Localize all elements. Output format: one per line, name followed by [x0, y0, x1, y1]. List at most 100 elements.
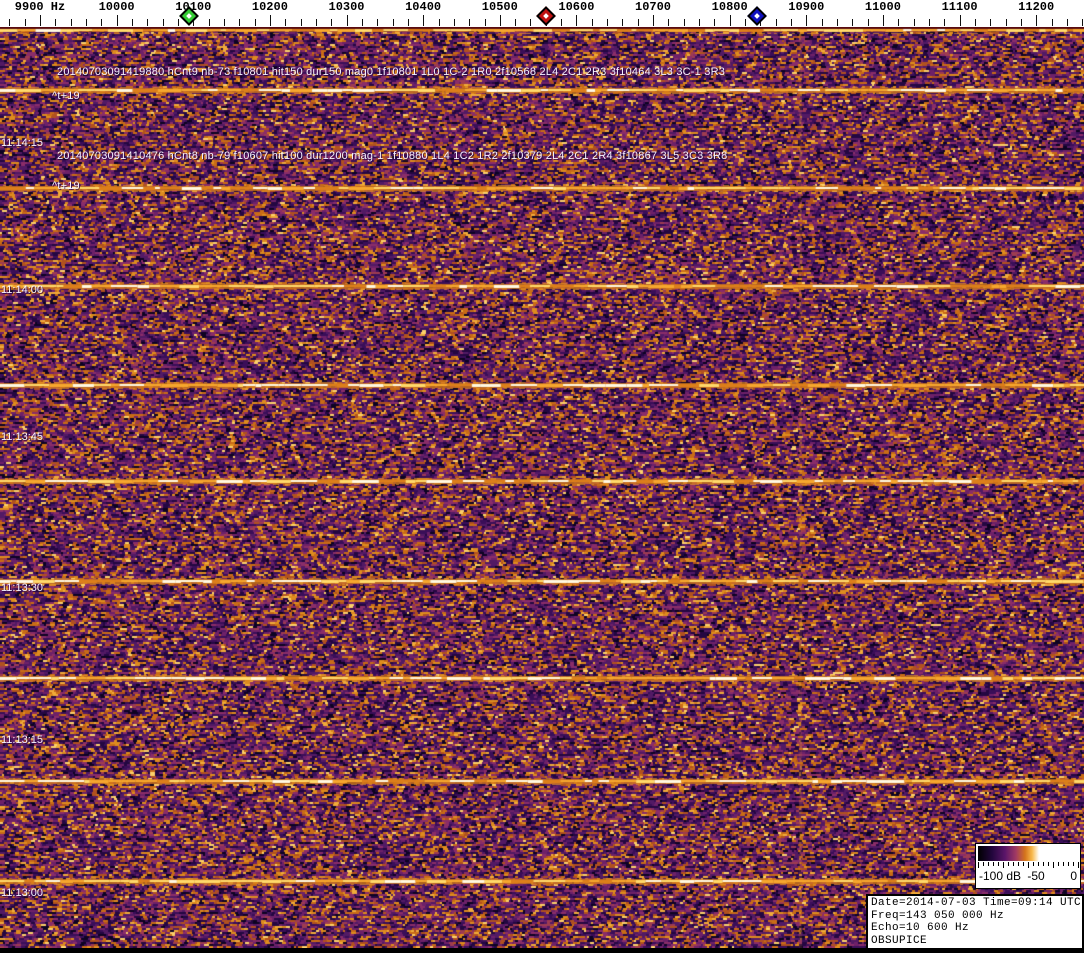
legend-tick [1018, 862, 1019, 866]
ruler-tick [239, 19, 240, 26]
ruler-tick [408, 19, 409, 26]
ruler-tick [500, 15, 501, 26]
ruler-tick [883, 15, 884, 26]
ruler-tick [377, 19, 378, 26]
ruler-tick [423, 15, 424, 26]
ruler-tick [178, 19, 179, 26]
ruler-frequency-label: 11000 [865, 0, 901, 14]
intensity-legend: -100 dB -50 0 [975, 843, 1081, 889]
ruler-tick [515, 19, 516, 26]
legend-tick [983, 862, 984, 866]
legend-tick [1068, 862, 1069, 866]
ruler-tick [86, 19, 87, 26]
ruler-tick [561, 19, 562, 26]
ruler-tick [469, 19, 470, 26]
ruler-frequency-label: 10000 [99, 0, 135, 14]
time-axis-label: 11:14:00 [1, 284, 43, 296]
ruler-tick [117, 15, 118, 26]
legend-tick [1078, 862, 1079, 868]
ruler-tick [485, 19, 486, 26]
ruler-tick [454, 19, 455, 26]
ruler-tick [393, 19, 394, 26]
ruler-tick [301, 19, 302, 26]
ruler-tick [806, 15, 807, 26]
legend-tick [1028, 862, 1029, 868]
ruler-tick [960, 15, 961, 26]
spectrogram-display[interactable]: 20140703091419880 hCnt9 nb-73 f10801 hit… [0, 28, 1084, 953]
legend-db-label: 0 [1070, 869, 1077, 883]
ruler-tick [653, 15, 654, 26]
marker-blue-diamond[interactable] [747, 6, 767, 26]
ruler-tick [929, 19, 930, 26]
ruler-tick [822, 19, 823, 26]
legend-tick [993, 862, 994, 866]
intensity-gradient-bar [978, 846, 1078, 861]
legend-tick [998, 862, 999, 866]
marker-center-dot [543, 13, 549, 19]
ruler-tick [362, 19, 363, 26]
legend-tick [978, 862, 979, 868]
ruler-tick [975, 19, 976, 26]
ruler-tick [622, 19, 623, 26]
ruler-tick [1067, 19, 1068, 26]
cursor-note-2: ^t+19 [52, 180, 80, 192]
ruler-tick [285, 19, 286, 26]
time-axis-label: 11:14:15 [1, 137, 43, 149]
ruler-frequency-label: 10300 [328, 0, 364, 14]
legend-db-label: -50 [1027, 869, 1044, 883]
legend-tick [1008, 862, 1009, 866]
ruler-frequency-label: 10500 [482, 0, 518, 14]
ruler-frequency-label: 10600 [558, 0, 594, 14]
legend-tick [1073, 862, 1074, 866]
ruler-tick [255, 19, 256, 26]
legend-tick [1033, 862, 1034, 866]
detection-text-1: 20140703091419880 hCnt9 nb-73 f10801 hit… [57, 66, 725, 78]
status-info-box: Date=2014-07-03 Time=09:14 UTC Freq=143 0… [866, 894, 1084, 950]
ruler-tick [684, 19, 685, 26]
ruler-tick [607, 19, 608, 26]
ruler-tick [668, 19, 669, 26]
info-box-line: OBSUPICE [871, 935, 1079, 948]
ruler-frequency-label: 10200 [252, 0, 288, 14]
ruler-tick [1036, 15, 1037, 26]
ruler-tick [776, 19, 777, 26]
ruler-tick [439, 19, 440, 26]
info-box-line: Date=2014-07-03 Time=09:14 UTC [871, 897, 1079, 910]
marker-red-diamond[interactable] [536, 6, 556, 26]
ruler-tick [914, 19, 915, 26]
info-box-line: Freq=143 050 000 Hz [871, 910, 1079, 923]
time-axis-label: 11:13:30 [1, 582, 43, 594]
legend-tick-row [978, 862, 1078, 868]
legend-tick [1038, 862, 1039, 866]
legend-tick [1058, 862, 1059, 866]
ruler-tick [163, 19, 164, 26]
legend-tick [1013, 862, 1014, 866]
legend-tick [1048, 862, 1049, 866]
ruler-tick [1006, 19, 1007, 26]
ruler-tick [1021, 19, 1022, 26]
legend-tick [1053, 862, 1054, 868]
ruler-frequency-label: 11200 [1018, 0, 1054, 14]
frequency-ruler[interactable]: 9900 Hz 10000 10100 10200 10300 10400 10500 106… [0, 0, 1084, 28]
ruler-frequency-label: 10400 [405, 0, 441, 14]
ruler-tick [791, 19, 792, 26]
ruler-tick [316, 19, 317, 26]
ruler-tick [868, 19, 869, 26]
ruler-tick [347, 15, 348, 26]
marker-center-dot [754, 13, 760, 19]
ruler-tick [224, 19, 225, 26]
ruler-tick [40, 15, 41, 26]
ruler-tick [714, 19, 715, 26]
ruler-tick [852, 19, 853, 26]
ruler-tick [592, 19, 593, 26]
ruler-tick [101, 19, 102, 26]
ruler-tick [898, 19, 899, 26]
ruler-frequency-label: 10800 [712, 0, 748, 14]
ruler-frequency-label: 11100 [942, 0, 978, 14]
legend-tick [1023, 862, 1024, 866]
legend-labels: -100 dB -50 0 [976, 869, 1080, 885]
ruler-tick [745, 19, 746, 26]
ruler-tick [270, 15, 271, 26]
waterfall-canvas[interactable] [0, 28, 1084, 953]
ruler-tick [1082, 19, 1083, 26]
